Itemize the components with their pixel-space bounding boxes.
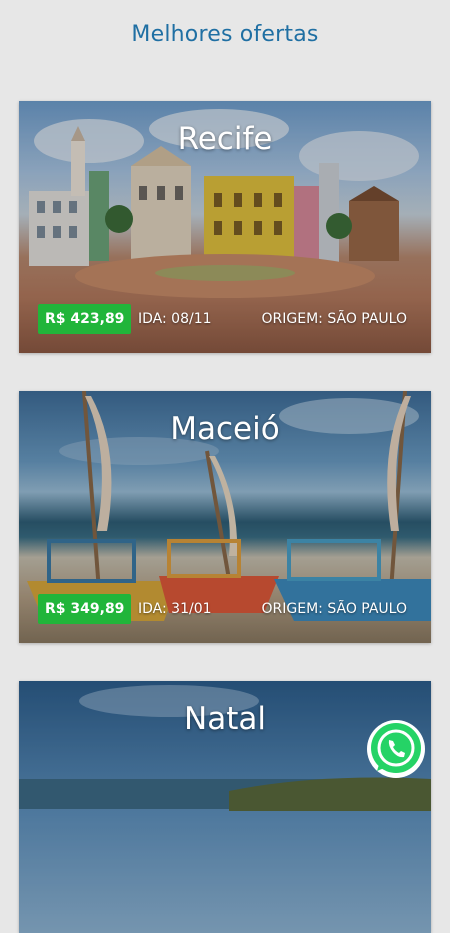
offer-origin: ORIGEM: SÃO PAULO xyxy=(261,601,407,617)
whatsapp-button[interactable] xyxy=(365,718,427,780)
page-title: Melhores ofertas xyxy=(131,22,319,47)
offer-departure-date: IDA: 08/11 xyxy=(138,311,212,327)
offer-city: Recife xyxy=(177,121,273,157)
offer-price-badge: R$ 349,89 xyxy=(38,594,132,624)
offer-price-badge: R$ 423,89 xyxy=(38,304,132,334)
offer-card-recife[interactable]: Recife R$ 423,89 IDA: 08/11 ORIGEM: SÃO … xyxy=(19,101,431,353)
offer-city: Maceió xyxy=(170,411,280,447)
offer-origin: ORIGEM: SÃO PAULO xyxy=(261,311,407,327)
offer-card-maceio[interactable]: Maceió R$ 349,89 IDA: 31/01 ORIGEM: SÃO … xyxy=(19,391,431,643)
whatsapp-icon xyxy=(367,720,425,778)
offer-departure-date: IDA: 31/01 xyxy=(138,601,212,617)
